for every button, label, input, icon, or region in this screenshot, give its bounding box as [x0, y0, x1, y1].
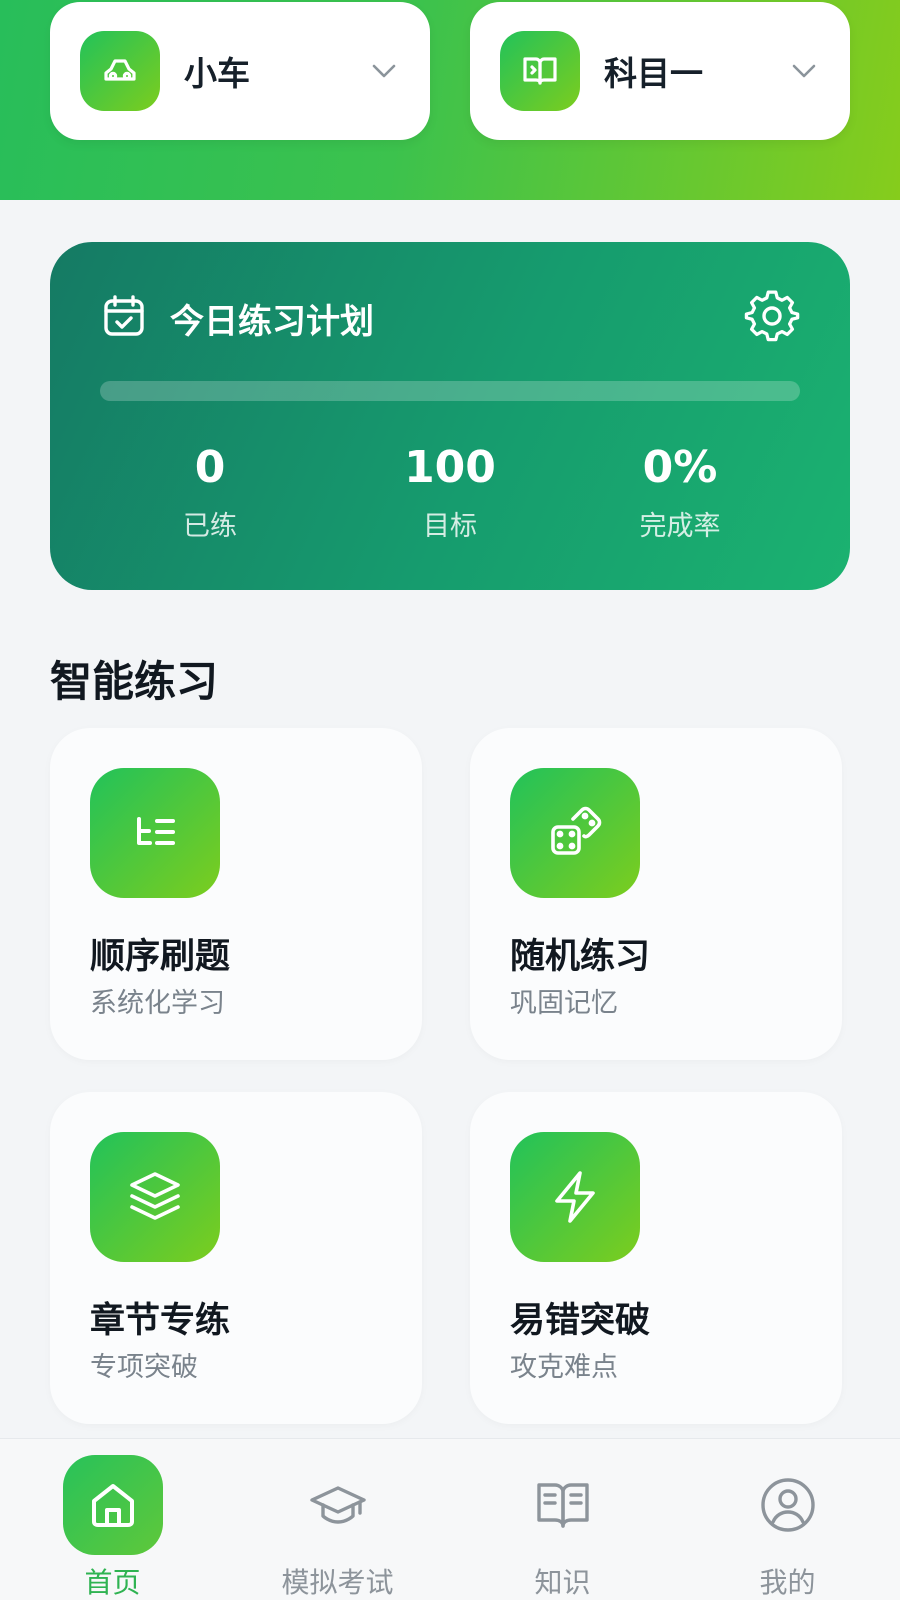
- chevron-down-icon: [368, 55, 400, 87]
- daily-plan-progress-bar: [100, 381, 800, 401]
- nav-label: 知识: [534, 1566, 591, 1599]
- nav-label: 模拟考试: [281, 1566, 394, 1599]
- lightning-icon: [510, 1132, 640, 1262]
- calendar-icon: [100, 292, 148, 344]
- car-icon: [80, 31, 160, 111]
- tile-subtitle: 攻克难点: [510, 1352, 618, 1383]
- open-book-icon: [513, 1455, 613, 1555]
- tile-subtitle: 巩固记忆: [510, 988, 618, 1019]
- layers-icon: [90, 1132, 220, 1262]
- tile-title: 易错突破: [510, 1301, 651, 1341]
- tile-random-practice[interactable]: 随机练习 巩固记忆: [470, 728, 842, 1060]
- tile-chapter-practice[interactable]: 章节专练 专项突破: [50, 1092, 422, 1424]
- subject-label: 科目一: [604, 54, 703, 93]
- stat-practiced: 0 已练: [100, 440, 320, 543]
- daily-plan-card[interactable]: 今日练习计划 0 已练 100 目标 0% 完成率: [50, 242, 850, 590]
- stat-completion-value: 0%: [642, 442, 718, 493]
- nav-label: 我的: [759, 1566, 816, 1599]
- daily-plan-title: 今日练习计划: [170, 301, 374, 342]
- book-icon: [500, 31, 580, 111]
- stat-completion-label: 完成率: [639, 511, 721, 542]
- user-icon: [738, 1455, 838, 1555]
- tile-title: 章节专练: [90, 1301, 231, 1341]
- home-icon: [62, 1455, 163, 1555]
- gear-icon[interactable]: [744, 288, 800, 348]
- nav-item-profile[interactable]: 我的: [675, 1439, 900, 1600]
- bottom-nav: 首页 模拟考试 知识 我的: [0, 1438, 900, 1600]
- tile-title: 随机练习: [510, 937, 651, 977]
- dice-icon: [510, 768, 640, 898]
- nav-item-mock-exam[interactable]: 模拟考试: [225, 1439, 450, 1600]
- tile-subtitle: 系统化学习: [90, 988, 225, 1019]
- section-title-smart-practice: 智能练习: [50, 657, 219, 706]
- list-icon: [90, 768, 220, 898]
- stat-practiced-value: 0: [194, 442, 226, 493]
- tile-error-prone-practice[interactable]: 易错突破 攻克难点: [470, 1092, 842, 1424]
- vehicle-type-label: 小车: [184, 54, 250, 93]
- tile-sequential-practice[interactable]: 顺序刷题 系统化学习: [50, 728, 422, 1060]
- stat-target-value: 100: [404, 442, 496, 493]
- stat-target: 100 目标: [340, 440, 560, 543]
- vehicle-type-selector[interactable]: 小车: [50, 2, 430, 140]
- stat-practiced-label: 已练: [183, 511, 237, 542]
- nav-item-knowledge[interactable]: 知识: [450, 1439, 675, 1600]
- stat-completion: 0% 完成率: [570, 440, 790, 543]
- nav-item-home[interactable]: 首页: [0, 1439, 225, 1600]
- daily-plan-header: 今日练习计划: [100, 290, 800, 346]
- stat-target-label: 目标: [423, 511, 477, 542]
- chevron-down-icon: [788, 55, 820, 87]
- graduation-cap-icon: [288, 1455, 388, 1555]
- tile-title: 顺序刷题: [90, 937, 231, 977]
- subject-selector[interactable]: 科目一: [470, 2, 850, 140]
- tile-subtitle: 专项突破: [90, 1352, 198, 1383]
- nav-label: 首页: [84, 1566, 141, 1599]
